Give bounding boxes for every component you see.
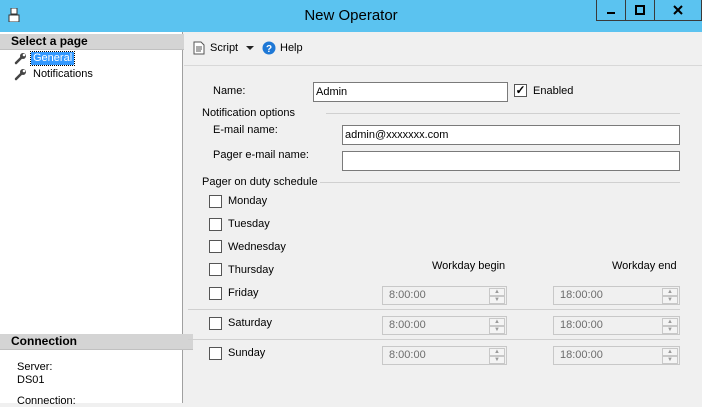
saturday-label: Saturday xyxy=(228,317,273,329)
friday-end-value: 18:00:00 xyxy=(560,289,603,301)
minimize-icon xyxy=(607,12,615,14)
monday-label: Monday xyxy=(228,195,268,207)
wednesday-checkbox[interactable] xyxy=(209,240,222,253)
enabled-label: Enabled xyxy=(533,85,574,97)
sunday-label: Sunday xyxy=(228,347,266,359)
page-item-general[interactable]: General xyxy=(14,50,76,66)
minimize-button[interactable] xyxy=(596,0,626,21)
pager-schedule-label: Pager on duty schedule xyxy=(202,176,318,188)
spin-down-icon[interactable]: ▼ xyxy=(662,356,678,364)
saturday-checkbox[interactable] xyxy=(209,317,222,330)
maximize-button[interactable] xyxy=(625,0,655,21)
connection-label: Connection: xyxy=(17,395,76,407)
sunday-begin-spinner[interactable]: 8:00:00 ▲ ▼ xyxy=(382,346,507,365)
sunday-begin-value: 8:00:00 xyxy=(389,349,426,361)
help-button[interactable]: ? Help xyxy=(262,41,303,55)
monday-checkbox[interactable] xyxy=(209,195,222,208)
friday-checkbox[interactable] xyxy=(209,287,222,300)
help-label: Help xyxy=(280,42,303,54)
enabled-checkbox[interactable] xyxy=(514,84,527,97)
script-label: Script xyxy=(210,42,239,54)
friday-end-spinner[interactable]: 18:00:00 ▲ ▼ xyxy=(553,286,680,305)
friday-begin-spinner[interactable]: 8:00:00 ▲ ▼ xyxy=(382,286,507,305)
pager-schedule-separator xyxy=(320,182,680,183)
email-name-input[interactable]: admin@xxxxxxx.com xyxy=(342,125,680,145)
script-icon xyxy=(193,41,205,55)
saturday-begin-value: 8:00:00 xyxy=(389,319,426,331)
wrench-icon xyxy=(14,52,26,64)
friday-label: Friday xyxy=(228,287,259,299)
close-button[interactable] xyxy=(654,0,702,21)
sunday-checkbox[interactable] xyxy=(209,347,222,360)
left-panel: Select a page General Notifications Conn… xyxy=(0,32,193,407)
pager-email-input[interactable] xyxy=(342,151,680,171)
spin-down-icon[interactable]: ▼ xyxy=(662,326,678,334)
wrench-icon xyxy=(14,68,26,80)
spin-up-icon[interactable]: ▲ xyxy=(662,288,678,296)
pager-email-label: Pager e-mail name: xyxy=(213,149,309,161)
saturday-separator xyxy=(188,339,680,340)
maximize-icon xyxy=(635,5,645,15)
thursday-checkbox[interactable] xyxy=(209,263,222,276)
spin-down-icon[interactable]: ▼ xyxy=(489,296,505,304)
sunday-end-spinner[interactable]: 18:00:00 ▲ ▼ xyxy=(553,346,680,365)
script-dropdown-button[interactable] xyxy=(246,41,254,55)
workday-begin-label: Workday begin xyxy=(432,260,506,272)
spin-up-icon[interactable]: ▲ xyxy=(662,318,678,326)
saturday-begin-spinner[interactable]: 8:00:00 ▲ ▼ xyxy=(382,316,507,335)
page-item-label: Notifications xyxy=(33,67,93,80)
friday-begin-value: 8:00:00 xyxy=(389,289,426,301)
spin-down-icon[interactable]: ▼ xyxy=(489,326,505,334)
dropdown-arrow-icon xyxy=(246,46,254,50)
select-page-header: Select a page xyxy=(0,34,193,50)
sunday-end-value: 18:00:00 xyxy=(560,349,603,361)
name-input[interactable]: Admin xyxy=(313,82,508,102)
svg-text:?: ? xyxy=(266,44,272,55)
page-item-label: General xyxy=(29,50,76,66)
connection-header: Connection xyxy=(0,334,193,350)
spin-up-icon[interactable]: ▲ xyxy=(489,318,505,326)
name-label: Name: xyxy=(213,85,246,97)
saturday-end-spinner[interactable]: 18:00:00 ▲ ▼ xyxy=(553,316,680,335)
spin-up-icon[interactable]: ▲ xyxy=(662,348,678,356)
spin-up-icon[interactable]: ▲ xyxy=(489,348,505,356)
server-value: DS01 xyxy=(17,374,45,386)
tuesday-label: Tuesday xyxy=(228,218,270,230)
thursday-label: Thursday xyxy=(228,264,274,276)
page-item-notifications[interactable]: Notifications xyxy=(14,67,95,81)
server-label: Server: xyxy=(17,361,53,373)
wednesday-label: Wednesday xyxy=(228,241,286,253)
spin-down-icon[interactable]: ▼ xyxy=(662,296,678,304)
notification-options-separator xyxy=(326,113,680,114)
tuesday-checkbox[interactable] xyxy=(209,218,222,231)
close-icon xyxy=(673,5,683,15)
saturday-end-value: 18:00:00 xyxy=(560,319,603,331)
email-name-label: E-mail name: xyxy=(213,124,278,136)
script-button[interactable]: Script xyxy=(192,41,238,55)
friday-separator xyxy=(188,309,680,310)
workday-end-label: Workday end xyxy=(612,260,677,272)
toolbar: Script ? Help xyxy=(184,32,702,66)
help-icon: ? xyxy=(262,41,276,55)
spin-down-icon[interactable]: ▼ xyxy=(489,356,505,364)
notification-options-label: Notification options xyxy=(202,107,295,119)
spin-up-icon[interactable]: ▲ xyxy=(489,288,505,296)
